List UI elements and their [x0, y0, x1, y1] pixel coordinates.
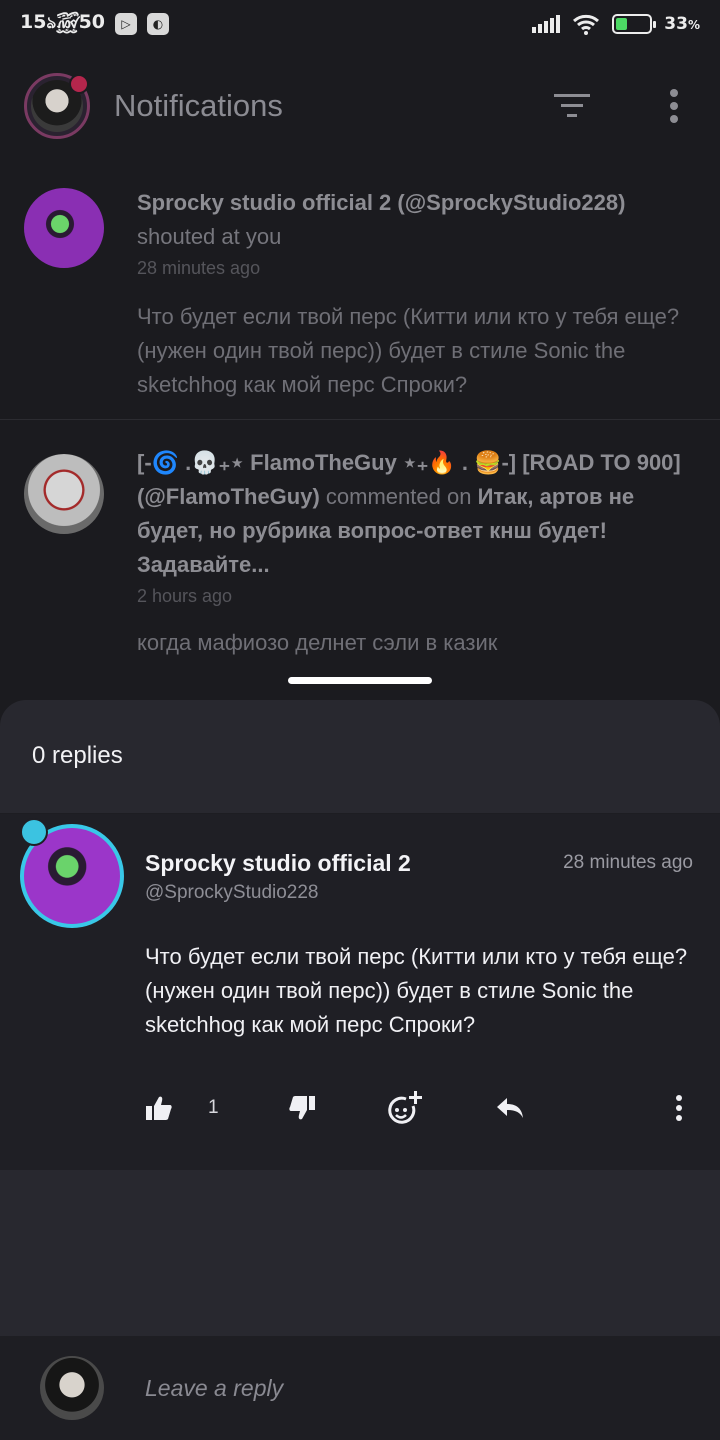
more-options-button[interactable]	[652, 84, 696, 128]
battery-percent-value: 33	[664, 14, 688, 34]
reply-button[interactable]	[495, 1088, 525, 1128]
cell-signal-icon	[532, 15, 561, 33]
notification-action: shouted at you	[137, 224, 282, 249]
like-count: 1	[208, 1097, 219, 1118]
notification-text: [-🌀 .💀₊⋆ FlamoTheGuy ⋆₊🔥 . 🍔-] [ROAD TO …	[137, 446, 696, 582]
more-vert-icon	[676, 1095, 682, 1121]
notification-time: 28 minutes ago	[137, 258, 261, 278]
thumbs-up-icon	[146, 1096, 172, 1120]
reply-icon	[497, 1098, 523, 1118]
status-time-hours: 15	[20, 11, 47, 33]
dislike-button[interactable]	[288, 1088, 316, 1128]
sheet-drag-handle[interactable]	[288, 677, 432, 684]
notification-time: 2 hours ago	[137, 586, 233, 606]
notification-author[interactable]: [-🌀 .💀₊⋆ FlamoTheGuy ⋆₊🔥 . 🍔-] [ROAD TO …	[137, 450, 681, 475]
notification-avatar[interactable]	[24, 188, 104, 268]
comment-time: 28 minutes ago	[563, 852, 693, 873]
notification-action: commented on	[325, 484, 472, 509]
filter-icon	[554, 94, 590, 117]
status-left: 15ঌ꫞50 ▷ ◐	[20, 7, 170, 41]
reply-bar	[0, 1336, 720, 1440]
thumbs-down-icon	[289, 1096, 315, 1120]
comment-card: Sprocky studio official 2 @SprockyStudio…	[0, 814, 720, 1170]
notification-divider	[0, 419, 720, 420]
notification-avatar[interactable]	[24, 454, 104, 534]
notification-author[interactable]: Sprocky studio official 2	[137, 190, 391, 215]
like-button[interactable]	[145, 1088, 173, 1128]
battery-level	[616, 18, 627, 30]
notification-item[interactable]: [-🌀 .💀₊⋆ FlamoTheGuy ⋆₊🔥 . 🍔-] [ROAD TO …	[0, 446, 720, 660]
comment-handle[interactable]: @SprockyStudio228	[145, 882, 319, 904]
wifi-icon	[573, 14, 600, 35]
comment-body: Что будет если твой перс (Китти или кто …	[145, 944, 688, 1037]
play-store-icon: ▷	[115, 13, 138, 35]
avatar-badge-icon	[20, 818, 48, 846]
battery-percent: 33%	[664, 14, 700, 34]
notification-body: Что будет если твой перс (Китти или кто …	[137, 304, 680, 397]
battery-percent-unit: %	[687, 18, 700, 32]
more-vert-icon	[670, 89, 678, 123]
notification-item[interactable]: Sprocky studio official 2 (@SprockyStudi…	[0, 186, 720, 402]
status-time-minutes: 50	[78, 11, 106, 33]
notification-body: когда мафиозо делнет сэли в казик	[137, 630, 498, 655]
replies-count: 0 replies	[32, 742, 123, 769]
header-actions	[550, 84, 696, 128]
comment-more-button[interactable]	[675, 1088, 683, 1128]
current-user-avatar	[40, 1356, 104, 1420]
status-right: 33%	[532, 13, 700, 35]
notification-text: Sprocky studio official 2 (@SprockyStudi…	[137, 186, 696, 254]
status-time-glyph: ঌ꫞	[46, 13, 79, 32]
notification-handle[interactable]: (@SprockyStudio228)	[397, 190, 625, 215]
page-title: Notifications	[114, 88, 283, 123]
app-header: Notifications	[0, 62, 720, 150]
add-reaction-icon	[388, 1091, 422, 1124]
profile-avatar[interactable]	[24, 73, 90, 139]
status-time: 15ঌ꫞50	[20, 7, 105, 41]
add-reaction-button[interactable]	[388, 1088, 424, 1128]
comment-author[interactable]: Sprocky studio official 2	[145, 850, 411, 877]
notification-handle[interactable]: (@FlamoTheGuy)	[137, 484, 320, 509]
status-bar: 15ঌ꫞50 ▷ ◐ 33%	[0, 0, 720, 48]
notification-dot	[69, 74, 89, 94]
comment-actions: 1	[145, 1088, 695, 1128]
reply-input[interactable]	[145, 1370, 685, 1406]
battery-icon	[612, 14, 657, 34]
app-notification-icon: ◐	[147, 13, 170, 35]
filter-button[interactable]	[550, 84, 594, 128]
